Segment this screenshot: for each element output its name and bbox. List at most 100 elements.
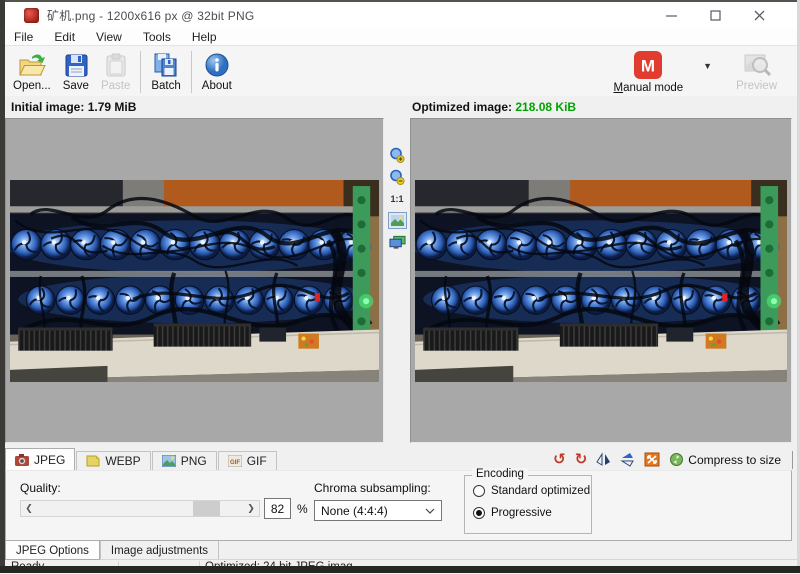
menu-help[interactable]: Help (192, 30, 217, 44)
minimize-button[interactable] (649, 3, 693, 27)
paste-button[interactable]: Paste (95, 49, 136, 95)
rotate-left-button[interactable]: ↺ (553, 452, 566, 467)
percent-label: % (297, 502, 308, 516)
tab-png-label: PNG (181, 454, 207, 468)
tab-gif-label: GIF (247, 454, 267, 468)
batch-icon (152, 52, 180, 78)
batch-label: Batch (151, 80, 180, 92)
initial-image-label: Initial image: (11, 100, 84, 114)
initial-image-photo (10, 180, 379, 382)
tab-webp[interactable]: WEBP (76, 451, 150, 470)
menu-file[interactable]: File (14, 30, 33, 44)
window-title: 矿机.png - 1200x616 px @ 32bit PNG (47, 7, 254, 24)
menu-tools[interactable]: Tools (143, 30, 171, 44)
preview-label: Preview (736, 80, 777, 92)
save-button[interactable]: Save (57, 49, 95, 95)
mode-dropdown-arrow-icon[interactable]: ▼ (703, 61, 712, 71)
gif-format-icon: GIF (228, 455, 242, 467)
tab-image-adjustments[interactable]: Image adjustments (100, 541, 219, 560)
paste-clipboard-icon (104, 52, 128, 78)
radio-progressive[interactable]: Progressive (473, 507, 552, 519)
optimized-image-size: 218.08 KiB (515, 100, 576, 114)
edit-tools-separator (792, 451, 793, 469)
preview-magnifier-icon (743, 52, 771, 78)
zoom-out-icon (389, 169, 405, 185)
initial-image-panel[interactable] (5, 118, 384, 443)
optimized-image-info: Optimized image: 218.08 KiB (412, 100, 576, 114)
radio-progressive-label: Progressive (491, 507, 552, 519)
radio-standard-optimized-label: Standard optimized (491, 485, 590, 497)
tab-jpeg-label: JPEG (34, 453, 65, 467)
rotate-right-button[interactable]: ↻ (575, 452, 588, 467)
options-tab-row: JPEG Options Image adjustments (5, 541, 797, 559)
fit-image-button[interactable] (388, 212, 407, 229)
tab-gif[interactable]: GIF GIF (218, 451, 277, 470)
optimized-image-photo (415, 180, 787, 382)
chevron-down-icon (425, 508, 435, 514)
slider-right-arrow[interactable]: ❯ (243, 501, 259, 516)
manual-mode-m-icon: M (633, 50, 663, 80)
format-tab-row: JPEG WEBP PNG GIF GIF ↺ ↻ (5, 449, 797, 470)
quality-slider[interactable]: ❮ ❯ (20, 500, 260, 517)
quality-value-input[interactable]: 82 (264, 498, 291, 519)
svg-text:GIF: GIF (230, 460, 240, 466)
radio-standard-optimized[interactable]: Standard optimized (473, 485, 590, 497)
resize-image-button[interactable] (644, 452, 660, 467)
about-label: About (202, 80, 232, 92)
tab-png[interactable]: PNG (152, 451, 217, 470)
main-toolbar: Open... Save Paste Batch (5, 45, 797, 98)
slider-left-arrow[interactable]: ❮ (21, 501, 37, 516)
flip-vertical-button[interactable] (620, 452, 635, 467)
dual-view-button[interactable] (389, 234, 406, 251)
flip-horizontal-button[interactable] (596, 452, 611, 467)
toolbar-separator (140, 51, 141, 93)
edit-tools-row: ↺ ↻ Compress to size (553, 449, 797, 470)
open-folder-icon (18, 52, 46, 78)
menu-edit[interactable]: Edit (54, 30, 75, 44)
minimize-icon (666, 10, 677, 21)
webp-format-icon (86, 455, 100, 467)
tab-webp-label: WEBP (105, 454, 140, 468)
save-floppy-icon (63, 52, 89, 78)
jpeg-options-panel: Quality: ❮ ❯ 82 % Chroma subsampling: No… (5, 470, 792, 541)
paste-label: Paste (101, 80, 130, 92)
slider-thumb[interactable] (193, 501, 220, 516)
view-tool-strip: 1:1 (385, 146, 409, 251)
about-button[interactable]: About (196, 49, 238, 95)
tab-jpeg[interactable]: JPEG (5, 448, 75, 470)
manual-mode-button[interactable]: M Manual mode (607, 49, 689, 95)
png-format-icon (162, 455, 176, 467)
zoom-out-button[interactable] (389, 168, 406, 185)
open-button[interactable]: Open... (7, 49, 57, 95)
window-controls (649, 3, 781, 27)
radio-circle (473, 485, 485, 497)
compress-to-size-icon (669, 452, 684, 467)
close-button[interactable] (737, 3, 781, 27)
svg-text:M: M (641, 56, 655, 75)
app-icon (24, 8, 39, 23)
chroma-subsampling-select[interactable]: None (4:4:4) (314, 500, 442, 521)
title-bar: 矿机.png - 1200x616 px @ 32bit PNG (5, 2, 797, 28)
toolbar-separator (191, 51, 192, 93)
tab-jpeg-options[interactable]: JPEG Options (5, 541, 100, 560)
chroma-subsampling-label: Chroma subsampling: (314, 481, 431, 495)
chroma-selected-value: None (4:4:4) (321, 504, 388, 518)
dual-view-icon (389, 235, 406, 250)
maximize-button[interactable] (693, 3, 737, 27)
image-size-info-row: Initial image: 1.79 MiB Optimized image:… (5, 96, 797, 118)
batch-button[interactable]: Batch (145, 49, 186, 95)
save-label: Save (63, 80, 89, 92)
optimized-image-panel[interactable] (410, 118, 792, 443)
menu-view[interactable]: View (96, 30, 122, 44)
open-label: Open... (13, 80, 51, 92)
maximize-icon (710, 10, 721, 21)
radio-circle (473, 507, 485, 519)
optimized-image-label: Optimized image: (412, 100, 512, 114)
initial-image-size: 1.79 MiB (88, 100, 137, 114)
compress-to-size-button[interactable]: Compress to size (669, 452, 781, 467)
close-icon (754, 10, 765, 21)
zoom-in-button[interactable] (389, 146, 406, 163)
preview-button[interactable]: Preview (730, 49, 783, 95)
manual-mode-label: Manual mode (613, 82, 683, 94)
zoom-one-to-one-button[interactable]: 1:1 (389, 190, 406, 207)
